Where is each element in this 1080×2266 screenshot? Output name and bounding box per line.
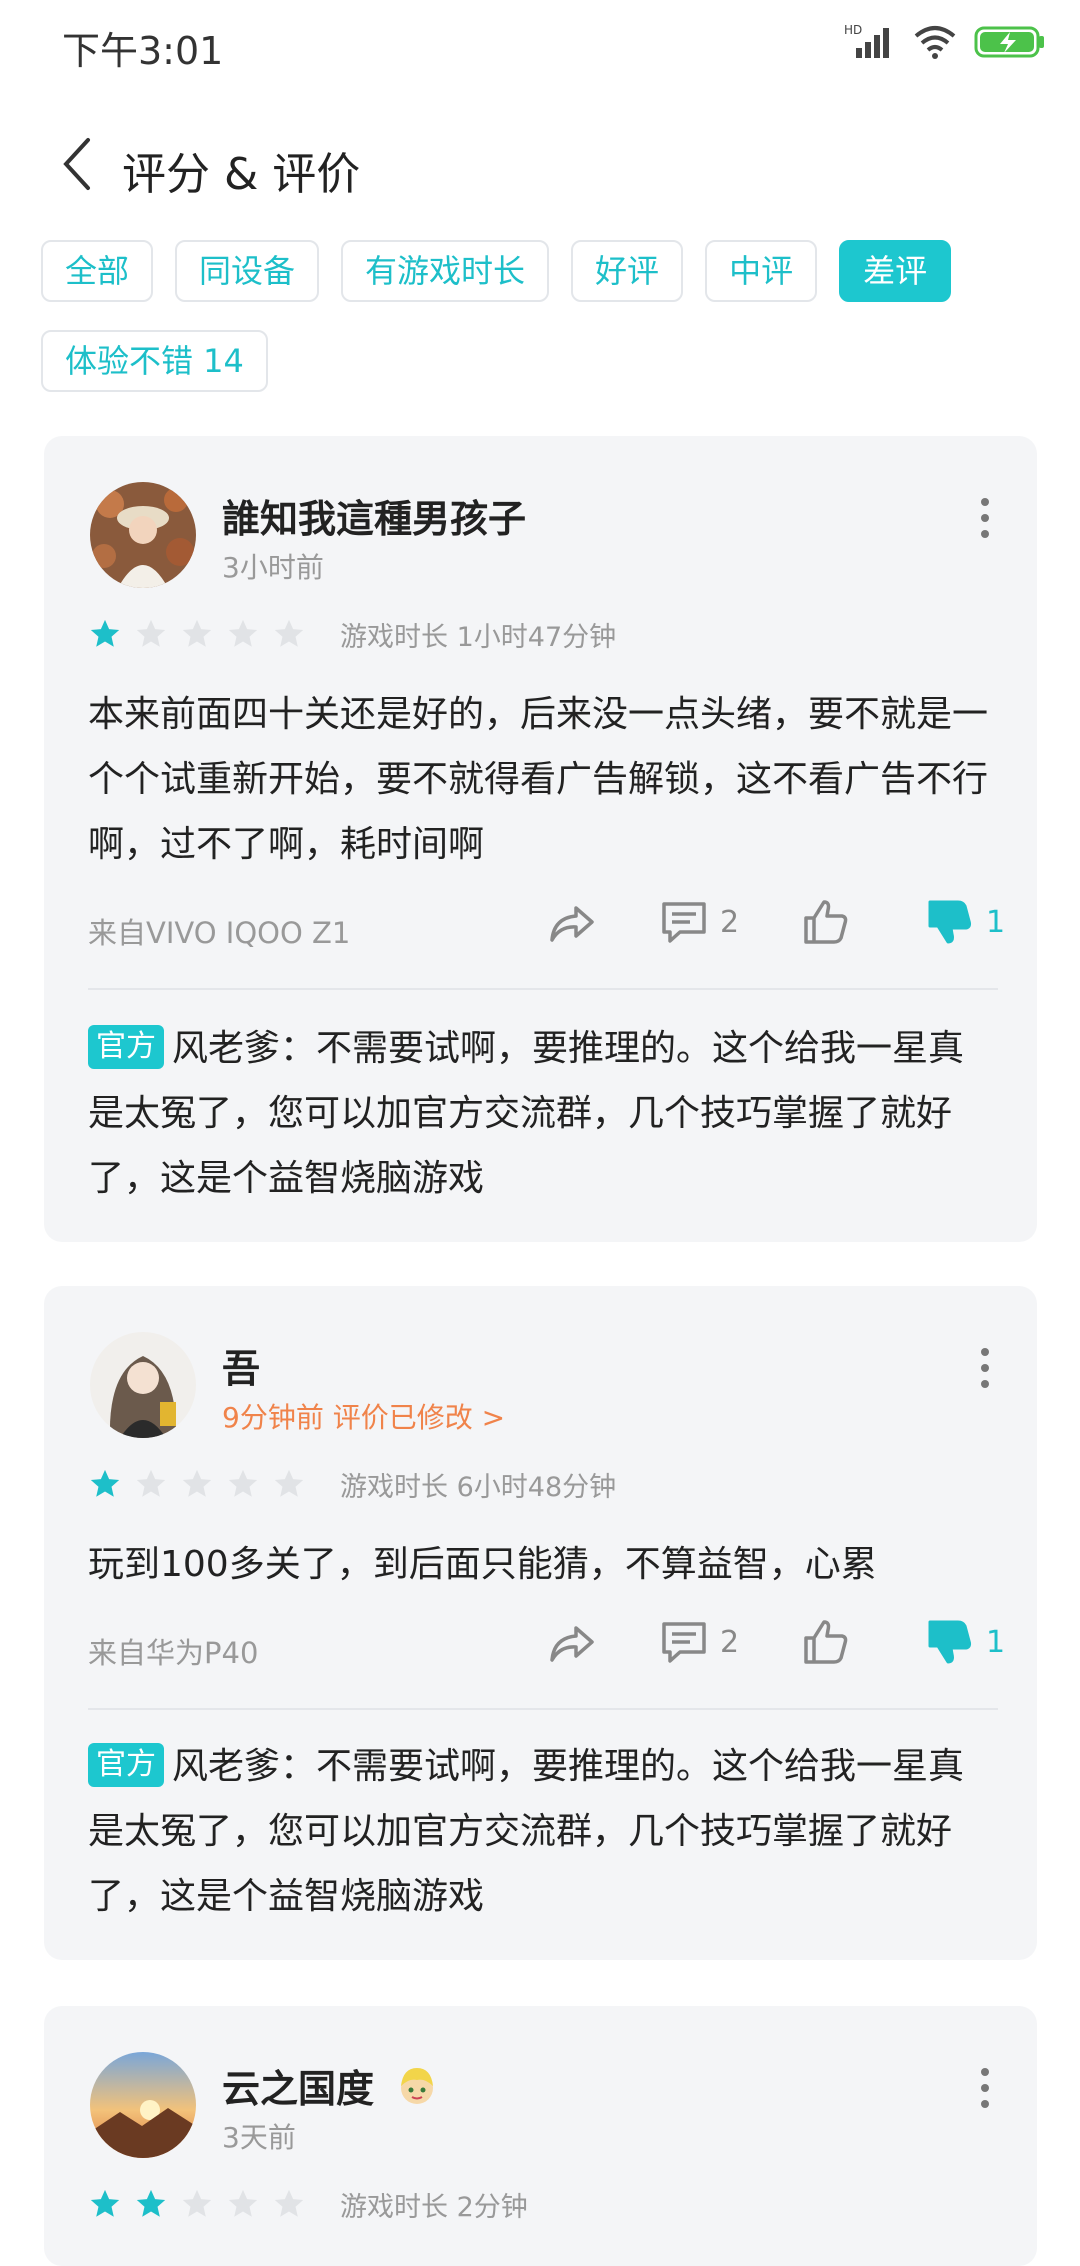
star-icon	[136, 619, 166, 647]
review-text: 本来前面四十关还是好的，后来没一点头绪，要不就是一个个试重新开始，要不就得看广告…	[88, 694, 989, 865]
share-button[interactable]	[546, 1616, 598, 1668]
rating-row: 游戏时长 6小时48分钟	[88, 1464, 616, 1504]
star-icon	[90, 1469, 120, 1497]
star-icon	[228, 619, 258, 647]
comment-icon	[662, 1622, 706, 1663]
user-name[interactable]: 云之国度	[222, 2058, 439, 2113]
more-icon[interactable]	[977, 496, 993, 540]
comment-count: 2	[720, 1624, 740, 1660]
review-card: 誰知我這種男孩子 3小时前 游戏时长 1小时47分钟 本来前面四十关还是好的，后…	[44, 436, 1037, 1242]
dislike-button[interactable]: 1	[924, 896, 1005, 948]
star-icon	[90, 2189, 120, 2217]
thumb-up-icon	[804, 1620, 848, 1664]
avatar[interactable]	[90, 1332, 196, 1438]
star-icon	[274, 1469, 304, 1497]
like-button[interactable]	[800, 1616, 852, 1668]
wifi-icon	[914, 26, 956, 59]
star-icon	[136, 1469, 166, 1497]
official-badge: 官方	[88, 1025, 164, 1069]
comment-button[interactable]: 2	[658, 896, 739, 948]
user-name[interactable]: 吾	[222, 1338, 260, 1393]
comment-icon	[662, 902, 706, 943]
post-time: 3天前	[222, 2121, 296, 2154]
header: 评分 & 评价	[0, 118, 1080, 208]
divider	[88, 1708, 998, 1710]
star-icon	[182, 1469, 212, 1497]
star-icon	[90, 619, 120, 647]
dislike-count: 1	[986, 1624, 1006, 1660]
star-icon	[136, 2189, 166, 2217]
filter-chips: 全部 同设备 有游戏时长 好评 中评 差评 体验不错 14	[41, 240, 1051, 392]
review-text: 玩到100多关了，到后面只能猜，不算益智，心累	[88, 1544, 877, 1585]
user-name[interactable]: 誰知我這種男孩子	[222, 488, 526, 543]
character-emoji-icon	[401, 2068, 434, 2104]
dislike-count: 1	[986, 904, 1006, 940]
filter-negative[interactable]: 差评	[839, 240, 952, 302]
like-button[interactable]	[800, 896, 852, 948]
filter-good-experience[interactable]: 体验不错 14	[41, 330, 268, 392]
filter-neutral[interactable]: 中评	[705, 240, 818, 302]
avatar[interactable]	[90, 2052, 196, 2158]
star-icon	[228, 1469, 258, 1497]
thumb-down-icon	[928, 900, 972, 944]
post-time: 3小时前	[222, 551, 324, 584]
comment-button[interactable]: 2	[658, 1616, 739, 1668]
rating-row: 游戏时长 2分钟	[88, 2184, 528, 2224]
post-time[interactable]: 9分钟前 评价已修改 >	[222, 1396, 505, 1436]
device-source: 来自VIVO IQOO Z1	[88, 916, 351, 950]
more-icon[interactable]	[977, 1346, 993, 1390]
star-icon	[274, 2189, 304, 2217]
star-icon	[182, 2189, 212, 2217]
playtime: 游戏时长 6小时48分钟	[340, 1471, 617, 1503]
share-button[interactable]	[546, 896, 598, 948]
dislike-button[interactable]: 1	[924, 1616, 1005, 1668]
reply-text: 风老爹：不需要试啊，要推理的。这个给我一星真是太冤了，您可以加官方交流群，几个技…	[88, 1746, 965, 1917]
reply-text: 风老爹：不需要试啊，要推理的。这个给我一星真是太冤了，您可以加官方交流群，几个技…	[88, 1028, 965, 1199]
divider	[88, 988, 998, 990]
filter-positive[interactable]: 好评	[571, 240, 684, 302]
share-icon	[550, 1626, 594, 1662]
rating-row: 游戏时长 1小时47分钟	[88, 614, 616, 654]
playtime: 游戏时长 2分钟	[340, 2191, 528, 2223]
back-icon[interactable]	[56, 134, 100, 194]
review-card: 吾 9分钟前 评价已修改 > 游戏时长 6小时48分钟 玩到100多关了，到后面…	[44, 1286, 1037, 1960]
signal-icon: HD	[844, 23, 889, 58]
playtime: 游戏时长 1小时47分钟	[340, 621, 617, 653]
status-time: 下午3:01	[62, 29, 224, 73]
star-icon	[274, 619, 304, 647]
filter-same-device[interactable]: 同设备	[175, 240, 320, 302]
thumb-down-icon	[928, 1620, 972, 1664]
status-icons: HD	[844, 22, 1046, 62]
network-label: HD	[844, 23, 862, 37]
star-icon	[228, 2189, 258, 2217]
avatar[interactable]	[90, 482, 196, 588]
device-source: 来自华为P40	[88, 1636, 259, 1670]
comment-count: 2	[720, 904, 740, 940]
official-badge: 官方	[88, 1743, 164, 1787]
review-card: 云之国度 3天前 游戏时长 2分钟	[44, 2006, 1037, 2266]
battery-icon	[974, 26, 1044, 58]
official-reply: 官方 风老爹：不需要试啊，要推理的。这个给我一星真是太冤了，您可以加官方交流群，几…	[88, 1734, 998, 1929]
filter-has-playtime[interactable]: 有游戏时长	[341, 240, 550, 302]
star-icon	[182, 619, 212, 647]
thumb-up-icon	[804, 900, 848, 944]
filter-all[interactable]: 全部	[41, 240, 154, 302]
official-reply: 官方 风老爹：不需要试啊，要推理的。这个给我一星真是太冤了，您可以加官方交流群，几…	[88, 1016, 998, 1211]
share-icon	[550, 906, 594, 942]
status-bar: 下午3:01 HD	[0, 0, 1080, 86]
more-icon[interactable]	[977, 2066, 993, 2110]
page-title: 评分 & 评价	[122, 149, 361, 200]
